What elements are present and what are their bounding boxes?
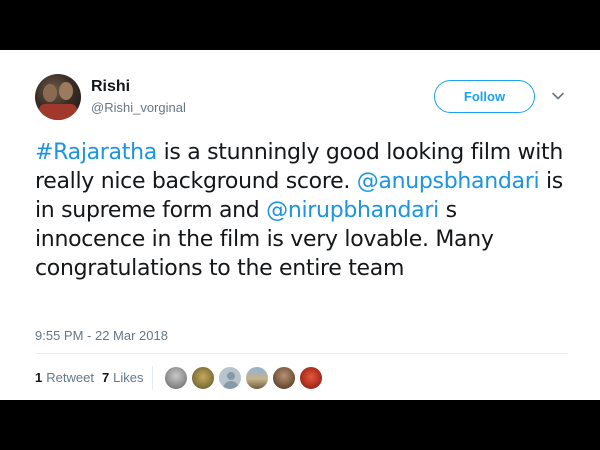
avatar-face-left <box>43 84 57 102</box>
default-avatar-head <box>227 372 235 380</box>
avatar-face-right <box>59 82 73 100</box>
liker-avatar[interactable] <box>272 366 296 390</box>
stats-divider <box>152 366 153 390</box>
retweet-stat[interactable]: 1 Retweet <box>35 370 94 385</box>
likes-stat[interactable]: 7 Likes <box>102 370 144 385</box>
tweet-card: Rishi @Rishi_vorginal Follow #Rajaratha … <box>0 50 600 400</box>
likers-avatars <box>164 366 326 390</box>
hashtag-link[interactable]: #Rajaratha <box>35 140 157 165</box>
mention-link-anupsbhandari[interactable]: @anupsbhandari <box>357 169 540 194</box>
user-handle[interactable]: @Rishi_vorginal <box>91 100 186 115</box>
liker-avatar-default[interactable] <box>218 366 242 390</box>
timestamp[interactable]: 9:55 PM - 22 Mar 2018 <box>35 328 168 343</box>
likes-count: 7 <box>101 370 110 385</box>
tweet-text: #Rajaratha is a stunningly good looking … <box>35 138 565 283</box>
default-avatar-body <box>223 381 239 389</box>
liker-avatar[interactable] <box>245 366 269 390</box>
mention-link-nirupbhandari[interactable]: @nirupbhandari <box>266 198 439 223</box>
follow-button[interactable]: Follow <box>434 80 535 113</box>
liker-avatar[interactable] <box>299 366 323 390</box>
retweet-count: 1 <box>35 370 43 385</box>
avatar-clothing <box>39 104 77 120</box>
chevron-down-icon[interactable] <box>550 88 566 104</box>
liker-avatar[interactable] <box>164 366 188 390</box>
divider <box>35 353 568 354</box>
liker-avatar[interactable] <box>191 366 215 390</box>
user-name[interactable]: Rishi <box>91 78 130 96</box>
retweet-label: Retweet <box>46 370 94 385</box>
likes-label: Likes <box>113 370 144 385</box>
tweet-stats: 1 Retweet 7 Likes <box>35 370 152 385</box>
avatar[interactable] <box>35 74 81 120</box>
